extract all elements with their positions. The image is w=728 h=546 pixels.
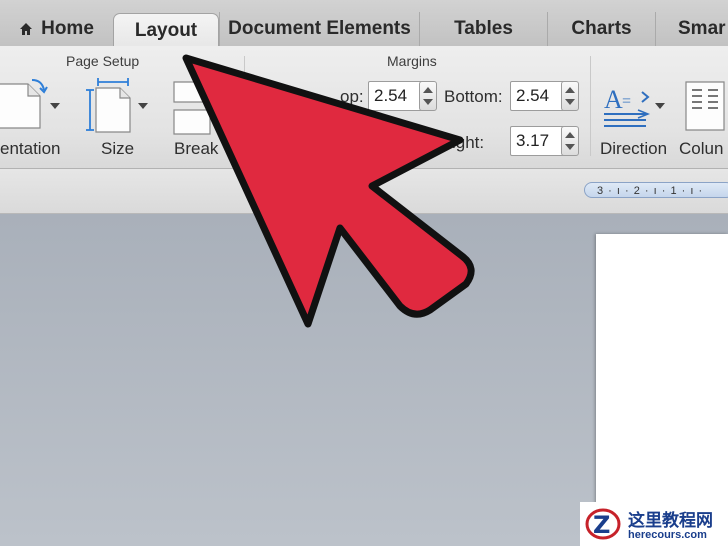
top-margin-field[interactable]: 2.54: [368, 81, 423, 111]
decrement-icon[interactable]: [423, 99, 433, 105]
bottom-margin-spin-arrows[interactable]: [561, 81, 579, 111]
ribbon-panel: Page Setup entation Size Break Margins o…: [0, 46, 728, 169]
margins-group-title: Margins: [387, 53, 437, 69]
bottom-margin-stepper[interactable]: 2.54: [510, 81, 580, 111]
page-setup-group-title: Page Setup: [66, 53, 140, 69]
bottom-margin-label: Bottom:: [444, 87, 503, 106]
size-button-label[interactable]: Size: [101, 139, 134, 159]
columns-icon[interactable]: [684, 80, 728, 132]
watermark-url: herecours.com: [628, 529, 707, 541]
watermark: Z 这里教程网 herecours.com: [580, 502, 728, 546]
tab-tables-label: Tables: [454, 18, 513, 39]
bottom-margin-field[interactable]: 2.54: [510, 81, 565, 111]
right-margin-stepper[interactable]: 3.17: [510, 126, 580, 156]
text-direction-icon[interactable]: A =: [602, 84, 656, 130]
document-page[interactable]: [596, 234, 728, 546]
decrement-icon[interactable]: [565, 99, 575, 105]
group-separator: [590, 56, 591, 156]
group-separator: [244, 56, 245, 156]
right-margin-spin-arrows[interactable]: [561, 126, 579, 156]
break-button-label[interactable]: Break: [174, 139, 218, 159]
top-margin-stepper[interactable]: 2.54: [368, 81, 438, 111]
home-icon: [20, 23, 33, 35]
orientation-button-label[interactable]: entation: [0, 139, 61, 159]
right-margin-field[interactable]: 3.17: [510, 126, 565, 156]
top-margin-spin-arrows[interactable]: [419, 81, 437, 111]
svg-text:=: =: [622, 93, 631, 110]
orientation-dropdown-icon[interactable]: [50, 103, 60, 109]
break-icon[interactable]: [170, 80, 216, 136]
tab-layout[interactable]: Layout: [113, 13, 219, 47]
page-size-icon[interactable]: [84, 78, 140, 136]
size-dropdown-icon[interactable]: [138, 103, 148, 109]
tab-tables[interactable]: Tables: [419, 12, 547, 46]
tab-document-elements[interactable]: Document Elements: [219, 12, 419, 46]
tab-home[interactable]: Home: [0, 12, 113, 46]
increment-icon[interactable]: [423, 87, 433, 93]
horizontal-ruler[interactable]: 3 · ı · 2 · ı · 1 · ı ·: [584, 182, 728, 198]
top-margin-label: op:: [340, 87, 364, 106]
columns-button-label[interactable]: Colun: [679, 139, 723, 159]
watermark-logo-icon: Z: [585, 508, 621, 540]
direction-button-label[interactable]: Direction: [600, 139, 667, 159]
ribbon-tab-bar: Home Layout Document Elements Tables Cha…: [0, 0, 728, 47]
tab-layout-label: Layout: [134, 19, 198, 41]
increment-icon[interactable]: [565, 87, 575, 93]
tab-charts[interactable]: Charts: [547, 12, 655, 46]
increment-icon[interactable]: [565, 132, 575, 138]
decrement-icon[interactable]: [565, 144, 575, 150]
tab-smartart-label: Smar: [678, 18, 726, 39]
tab-document-elements-label: Document Elements: [228, 18, 411, 39]
svg-text:A: A: [604, 85, 623, 114]
right-margin-label: ight:: [452, 133, 485, 152]
tab-smartart[interactable]: Smar: [655, 12, 728, 46]
tab-charts-label: Charts: [571, 18, 632, 39]
svg-text:Z: Z: [593, 511, 610, 539]
direction-dropdown-icon[interactable]: [655, 103, 665, 109]
watermark-title: 这里教程网: [628, 511, 713, 531]
tab-home-label: Home: [41, 18, 94, 39]
